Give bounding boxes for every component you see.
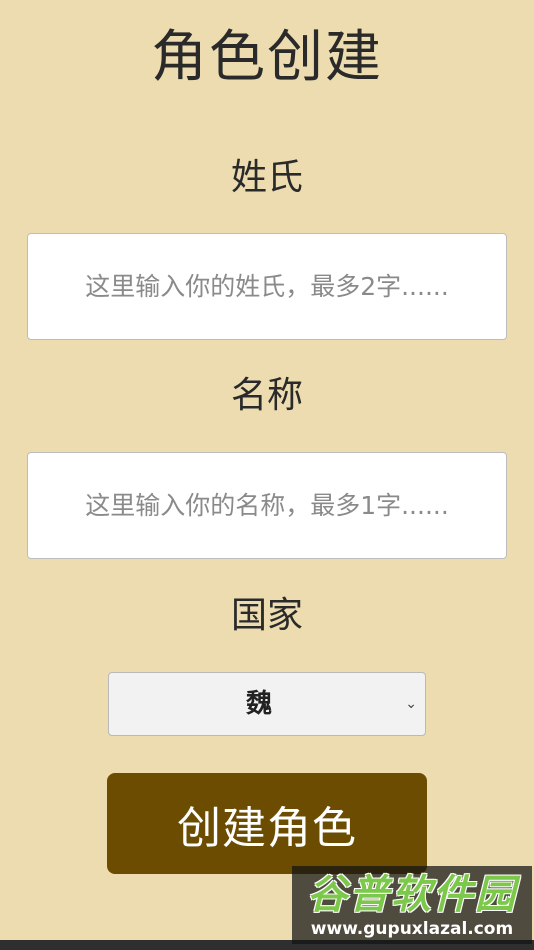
country-select[interactable]: 魏 ⌄ <box>108 672 426 736</box>
watermark-logo: 谷普软件园 <box>307 872 517 918</box>
name-label: 名称 <box>230 375 303 416</box>
country-label: 国家 <box>230 595 303 636</box>
chevron-down-icon: ⌄ <box>405 696 417 712</box>
page-title: 角色创建 <box>151 25 383 90</box>
surname-label: 姓氏 <box>230 157 303 198</box>
country-select-value: 魏 <box>245 689 272 719</box>
watermark: 谷普软件园 www.gupuxlazal.com <box>292 866 532 944</box>
name-input[interactable] <box>27 452 507 559</box>
surname-input[interactable] <box>27 233 507 340</box>
create-character-button[interactable]: 创建角色 <box>107 773 427 874</box>
watermark-url: www.gupuxlazal.com <box>310 919 514 939</box>
